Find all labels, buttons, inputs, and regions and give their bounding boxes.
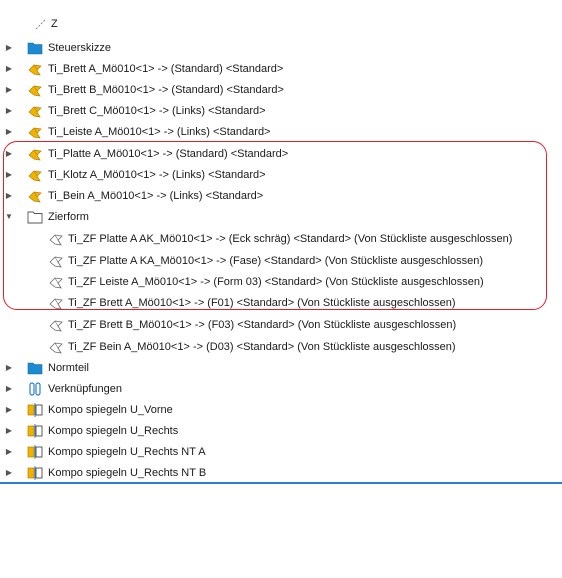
excluded-part-icon bbox=[48, 317, 64, 333]
tree-item-label: Ti_Brett C_Mö010<1> -> (Links) <Standard… bbox=[48, 104, 266, 117]
tree-item-part[interactable]: ▶ Ti_Brett B_Mö010<1> -> (Standard) <Sta… bbox=[0, 79, 562, 100]
tree-item-excluded-part[interactable]: Ti_ZF Platte A AK_Mö010<1> -> (Eck schrä… bbox=[0, 228, 562, 249]
folder-icon bbox=[27, 40, 43, 56]
excluded-part-icon bbox=[48, 274, 64, 290]
tree-item-axis-z[interactable]: Z bbox=[0, 13, 562, 34]
tree-item-part[interactable]: ▶ Ti_Brett C_Mö010<1> -> (Links) <Standa… bbox=[0, 100, 562, 121]
part-icon bbox=[27, 103, 43, 119]
tree-item-part[interactable]: ▶ Ti_Bein A_Mö010<1> -> (Links) <Standar… bbox=[0, 185, 562, 206]
mirror-component-icon bbox=[27, 465, 43, 481]
folder-open-icon bbox=[27, 209, 43, 225]
part-icon bbox=[27, 188, 43, 204]
tree-item-label: Ti_ZF Brett A_Mö010<1> -> (F01) <Standar… bbox=[68, 296, 456, 309]
expand-arrow-icon[interactable]: ▶ bbox=[4, 143, 14, 164]
mates-icon bbox=[27, 381, 43, 397]
tree-item-mates[interactable]: ▶ Verknüpfungen bbox=[0, 378, 562, 399]
tree-item-label: Kompo spiegeln U_Vorne bbox=[48, 403, 173, 416]
tree-item-mirror-component[interactable]: ▶ Kompo spiegeln U_Rechts NT B bbox=[0, 462, 562, 483]
tree-item-label: Ti_Bein A_Mö010<1> -> (Links) <Standard> bbox=[48, 189, 264, 202]
expand-arrow-icon[interactable]: ▶ bbox=[4, 441, 14, 462]
expand-arrow-icon[interactable]: ▶ bbox=[4, 79, 14, 100]
axis-icon bbox=[33, 16, 49, 32]
tree-item-label: Ti_Brett A_Mö010<1> -> (Standard) <Stand… bbox=[48, 62, 284, 75]
tree-item-part[interactable]: ▶ Ti_Leiste A_Mö010<1> -> (Links) <Stand… bbox=[0, 121, 562, 142]
part-icon bbox=[27, 124, 43, 140]
tree-item-excluded-part[interactable]: Ti_ZF Brett A_Mö010<1> -> (F01) <Standar… bbox=[0, 292, 562, 313]
expand-arrow-icon[interactable]: ▶ bbox=[4, 462, 14, 483]
expand-arrow-icon[interactable]: ▶ bbox=[4, 37, 14, 58]
tree-item-label: Ti_ZF Platte A KA_Mö010<1> -> (Fase) <St… bbox=[68, 254, 484, 267]
tree-item-part[interactable]: ▶ Ti_Klotz A_Mö010<1> -> (Links) <Standa… bbox=[0, 164, 562, 185]
tree-item-label: Ti_ZF Bein A_Mö010<1> -> (D03) <Standard… bbox=[68, 340, 456, 353]
tree-item-steuerskizze[interactable]: ▶ Steuerskizze bbox=[0, 37, 562, 58]
excluded-part-icon bbox=[48, 339, 64, 355]
expand-arrow-icon[interactable]: ▶ bbox=[4, 121, 14, 142]
tree-item-label: Ti_Leiste A_Mö010<1> -> (Links) <Standar… bbox=[48, 125, 271, 138]
tree-item-normteil[interactable]: ▶ Normteil bbox=[0, 357, 562, 378]
tree-item-label: Kompo spiegeln U_Rechts NT A bbox=[48, 445, 206, 458]
expand-arrow-icon[interactable]: ▶ bbox=[4, 100, 14, 121]
excluded-part-icon bbox=[48, 253, 64, 269]
collapse-arrow-icon[interactable]: ▼ bbox=[4, 206, 14, 227]
expand-arrow-icon[interactable]: ▶ bbox=[4, 420, 14, 441]
mirror-component-icon bbox=[27, 444, 43, 460]
tree-item-excluded-part[interactable]: Ti_ZF Platte A KA_Mö010<1> -> (Fase) <St… bbox=[0, 250, 562, 271]
tree-item-zierform[interactable]: ▼ Zierform bbox=[0, 206, 562, 227]
excluded-part-icon bbox=[48, 295, 64, 311]
tree-item-part[interactable]: ▶ Ti_Platte A_Mö010<1> -> (Standard) <St… bbox=[0, 143, 562, 164]
tree-item-excluded-part[interactable]: Ti_ZF Brett B_Mö010<1> -> (F03) <Standar… bbox=[0, 314, 562, 335]
expand-arrow-icon[interactable]: ▶ bbox=[4, 399, 14, 420]
excluded-part-icon bbox=[48, 231, 64, 247]
tree-item-label: Ti_ZF Platte A AK_Mö010<1> -> (Eck schrä… bbox=[68, 232, 513, 245]
tree-item-label: Ti_Platte A_Mö010<1> -> (Standard) <Stan… bbox=[48, 147, 289, 160]
tree-item-label: Ti_ZF Brett B_Mö010<1> -> (F03) <Standar… bbox=[68, 318, 457, 331]
tree-item-label: Z bbox=[51, 17, 58, 30]
part-icon bbox=[27, 146, 43, 162]
expand-arrow-icon[interactable]: ▶ bbox=[4, 164, 14, 185]
mirror-component-icon bbox=[27, 402, 43, 418]
tree-item-label: Normteil bbox=[48, 361, 89, 374]
tree-item-label: Ti_Klotz A_Mö010<1> -> (Links) <Standard… bbox=[48, 168, 266, 181]
tree-item-label: Kompo spiegeln U_Rechts bbox=[48, 424, 179, 437]
expand-arrow-icon[interactable]: ▶ bbox=[4, 58, 14, 79]
tree-item-excluded-part[interactable]: Ti_ZF Leiste A_Mö010<1> -> (Form 03) <St… bbox=[0, 271, 562, 292]
mirror-component-icon bbox=[27, 423, 43, 439]
part-icon bbox=[27, 167, 43, 183]
tree-item-excluded-part[interactable]: Ti_ZF Bein A_Mö010<1> -> (D03) <Standard… bbox=[0, 336, 562, 357]
tree-item-label: Steuerskizze bbox=[48, 41, 111, 54]
tree-item-label: Ti_ZF Leiste A_Mö010<1> -> (Form 03) <St… bbox=[68, 275, 484, 288]
expand-arrow-icon[interactable]: ▶ bbox=[4, 185, 14, 206]
tree-item-mirror-component[interactable]: ▶ Kompo spiegeln U_Rechts bbox=[0, 420, 562, 441]
part-icon bbox=[27, 61, 43, 77]
expand-arrow-icon[interactable]: ▶ bbox=[4, 357, 14, 378]
rollback-bar[interactable] bbox=[0, 482, 562, 484]
expand-arrow-icon[interactable]: ▶ bbox=[4, 378, 14, 399]
tree-item-part[interactable]: ▶ Ti_Brett A_Mö010<1> -> (Standard) <Sta… bbox=[0, 58, 562, 79]
tree-item-label: Kompo spiegeln U_Rechts NT B bbox=[48, 466, 207, 479]
folder-icon bbox=[27, 360, 43, 376]
tree-item-mirror-component[interactable]: ▶ Kompo spiegeln U_Vorne bbox=[0, 399, 562, 420]
tree-item-label: Ti_Brett B_Mö010<1> -> (Standard) <Stand… bbox=[48, 83, 284, 96]
tree-item-label: Zierform bbox=[48, 210, 89, 223]
tree-item-label: Verknüpfungen bbox=[48, 382, 123, 395]
part-icon bbox=[27, 82, 43, 98]
tree-item-mirror-component[interactable]: ▶ Kompo spiegeln U_Rechts NT A bbox=[0, 441, 562, 462]
